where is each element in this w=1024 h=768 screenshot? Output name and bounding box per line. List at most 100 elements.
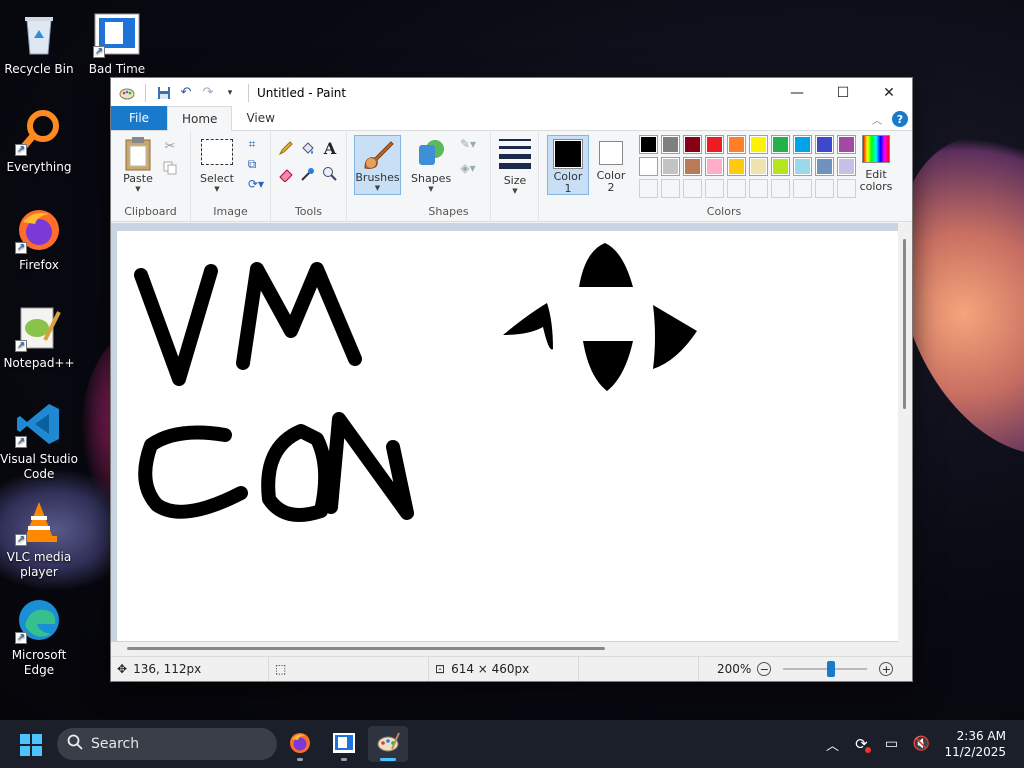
zoom-slider-thumb[interactable] <box>827 661 836 677</box>
text-tool-icon[interactable]: A <box>321 139 339 158</box>
selection-size: ⬚ <box>269 657 429 681</box>
horizontal-scrollbar[interactable] <box>111 642 912 656</box>
size-group: Size ▼ <box>491 131 539 222</box>
update-icon[interactable]: ⟳ <box>846 735 876 753</box>
color2-button[interactable]: Color 2 <box>591 135 631 195</box>
cut-icon[interactable]: ✂ <box>161 137 179 155</box>
crop-icon[interactable]: ⌗ <box>243 135 261 153</box>
size-button[interactable]: Size ▼ <box>497 137 533 195</box>
paint-window: ↶ ↷ ▾ Untitled - Paint — ☐ ✕ File Home V… <box>110 77 913 682</box>
tab-view[interactable]: View <box>232 106 288 130</box>
redo-icon[interactable]: ↷ <box>200 85 216 101</box>
desktop-icon-notepadpp[interactable]: ↗ Notepad++ <box>0 304 78 371</box>
color-picker-icon[interactable] <box>299 165 317 183</box>
chevron-up-icon[interactable]: ︿ <box>818 735 846 754</box>
tab-home[interactable]: Home <box>167 106 233 131</box>
palette-empty-swatch[interactable] <box>639 179 658 198</box>
desktop-icon-edge[interactable]: ↗ Microsoft Edge <box>0 596 78 678</box>
palette-color-swatch[interactable] <box>793 157 812 176</box>
fill-icon[interactable]: ◈▾ <box>455 159 481 177</box>
palette-color-swatch[interactable] <box>705 135 724 154</box>
palette-color-swatch[interactable] <box>815 157 834 176</box>
brushes-button[interactable]: Brushes ▼ <box>354 135 401 195</box>
color1-button[interactable]: Color 1 <box>547 135 589 195</box>
maximize-button[interactable]: ☐ <box>820 78 866 107</box>
taskbar-paint[interactable] <box>368 726 408 762</box>
customize-toolbar-icon[interactable]: ▾ <box>222 85 238 101</box>
zoom-out-button[interactable]: − <box>757 662 772 676</box>
status-bar: ✥ 136, 112px ⬚ ⊡ 614 × 460px 200% − + <box>111 656 912 681</box>
palette-color-swatch[interactable] <box>749 157 768 176</box>
paint-app-icon[interactable] <box>119 85 135 101</box>
copy-icon[interactable] <box>161 159 179 177</box>
palette-empty-swatch[interactable] <box>771 179 790 198</box>
undo-icon[interactable]: ↶ <box>178 85 194 101</box>
palette-empty-swatch[interactable] <box>705 179 724 198</box>
palette-empty-swatch[interactable] <box>749 179 768 198</box>
start-button[interactable] <box>20 734 42 756</box>
palette-empty-swatch[interactable] <box>661 179 680 198</box>
close-button[interactable]: ✕ <box>866 78 912 107</box>
desktop-icon-recycle-bin[interactable]: Recycle Bin <box>0 10 78 77</box>
save-icon[interactable] <box>156 85 172 101</box>
arrow-right <box>653 305 697 369</box>
desktop-icon-vscode[interactable]: ↗ Visual Studio Code <box>0 400 78 482</box>
taskbar-bad-time[interactable] <box>324 726 364 762</box>
fill-bucket-icon[interactable] <box>299 139 317 157</box>
desktop-icon-everything[interactable]: ↗ Everything <box>0 108 78 175</box>
firefox-icon: ↗ <box>15 206 63 254</box>
volume-muted-icon[interactable]: 🔇 <box>906 736 936 752</box>
select-button[interactable]: Select ▼ <box>195 137 239 193</box>
taskbar-firefox[interactable] <box>280 726 320 762</box>
palette-color-swatch[interactable] <box>771 135 790 154</box>
cursor-position-text: 136, 112px <box>133 662 202 676</box>
palette-color-swatch[interactable] <box>727 135 746 154</box>
outline-icon[interactable]: ✎▾ <box>455 135 481 153</box>
pencil-icon[interactable] <box>277 139 295 157</box>
palette-empty-swatch[interactable] <box>793 179 812 198</box>
color2-swatch <box>599 141 623 165</box>
zoom-slider[interactable] <box>783 661 868 677</box>
shapes-label: Shapes <box>411 172 452 185</box>
resize-icon[interactable]: ⧉ <box>243 155 261 173</box>
zoom-controls: 200% − + <box>699 661 894 677</box>
palette-color-swatch[interactable] <box>705 157 724 176</box>
palette-empty-swatch[interactable] <box>727 179 746 198</box>
edit-colors-button[interactable]: Edit colors <box>851 135 901 193</box>
minimize-ribbon-icon[interactable]: ︿ <box>872 112 882 127</box>
shapes-button[interactable]: Shapes ▼ <box>411 137 451 193</box>
tab-file[interactable]: File <box>111 106 167 130</box>
taskbar-search[interactable]: Search <box>57 728 277 760</box>
zoom-in-button[interactable]: + <box>879 662 894 676</box>
drawing-canvas[interactable] <box>117 231 898 641</box>
palette-empty-swatch[interactable] <box>815 179 834 198</box>
palette-color-swatch[interactable] <box>727 157 746 176</box>
edge-icon: ↗ <box>15 596 63 644</box>
desktop-icon-vlc[interactable]: ↗ VLC media player <box>0 498 78 580</box>
magnifier-icon[interactable] <box>321 165 339 183</box>
palette-color-swatch[interactable] <box>793 135 812 154</box>
help-icon[interactable]: ? <box>892 111 908 127</box>
desktop-icon-firefox[interactable]: ↗ Firefox <box>0 206 78 273</box>
palette-color-swatch[interactable] <box>661 135 680 154</box>
clock[interactable]: 2:36 AM 11/2/2025 <box>936 728 1024 760</box>
palette-color-swatch[interactable] <box>815 135 834 154</box>
palette-color-swatch[interactable] <box>661 157 680 176</box>
select-caret-icon: ▼ <box>214 185 220 193</box>
drawing-strokes <box>134 243 697 522</box>
palette-color-swatch[interactable] <box>683 157 702 176</box>
desktop-icon-bad-time[interactable]: ↗ Bad Time <box>78 10 156 77</box>
palette-color-swatch[interactable] <box>639 157 658 176</box>
palette-color-swatch[interactable] <box>749 135 768 154</box>
minimize-button[interactable]: — <box>774 78 820 107</box>
palette-empty-swatch[interactable] <box>683 179 702 198</box>
vertical-scrollbar[interactable] <box>898 223 912 656</box>
eraser-icon[interactable] <box>277 165 295 183</box>
rotate-icon[interactable]: ⟳▾ <box>243 175 269 193</box>
paste-button[interactable]: Paste ▼ <box>119 137 157 193</box>
palette-color-swatch[interactable] <box>639 135 658 154</box>
file-size <box>579 657 699 681</box>
palette-color-swatch[interactable] <box>771 157 790 176</box>
palette-color-swatch[interactable] <box>683 135 702 154</box>
network-icon[interactable]: ▭ <box>876 736 906 752</box>
